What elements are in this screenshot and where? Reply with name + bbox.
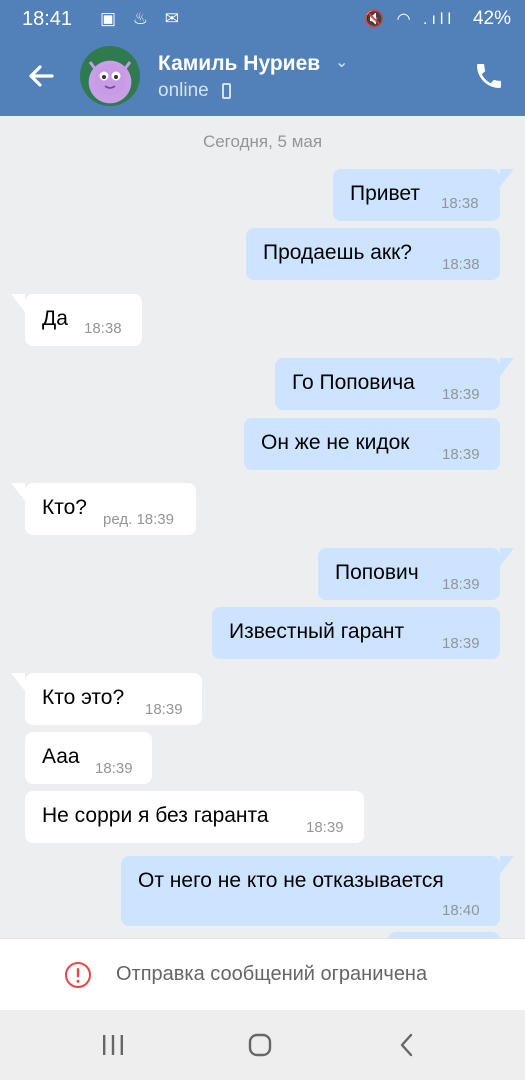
message-text: От него не кто не отказывается [138,869,444,892]
avatar[interactable] [80,46,140,106]
message-text: Продаешь акк? [263,241,412,264]
contact-status: online [158,80,209,101]
message-time: 18:40 [442,902,480,919]
bubble-tail [500,358,514,376]
message-bubble-incoming[interactable]: Кто? ред. 18:39 [25,483,196,535]
message-time: 18:39 [95,760,133,777]
message-time: 18:38 [442,256,480,273]
message-bubble-outgoing[interactable]: Продаешь акк? 18:38 [246,228,500,280]
message-time: 18:38 [441,195,479,212]
restriction-message: Отправка сообщений ограничена [116,963,428,985]
status-bar: 18:41 ▣ ♨ ✉ 🔇 ◠ .ıll 42% [0,0,525,38]
message-text: Привет [350,182,421,205]
mobile-device-icon [222,83,231,99]
message-bubble-incoming[interactable]: Кто это? 18:39 [25,673,202,725]
message-text: Кто это? [42,686,125,709]
message-time: 18:39 [442,576,480,593]
message-list[interactable]: Сегодня, 5 мая Привет 18:38 Продаешь акк… [0,116,525,952]
message-bubble-outgoing[interactable]: Он же не кидок 18:39 [244,418,500,470]
avatar-character-icon [88,61,132,96]
alert-icon [65,962,91,988]
battery-level: 42% [472,8,511,29]
message-time: ред. 18:39 [103,511,174,528]
message-time: 18:39 [442,635,480,652]
message-bubble-incoming[interactable]: Не сорри я без гаранта 18:39 [25,791,364,843]
message-bubble-incoming[interactable]: Да 18:38 [25,294,142,346]
message-text: Кто? [42,496,87,519]
chevron-down-icon[interactable]: ⌄ [335,52,348,72]
message-time: 18:39 [145,701,183,718]
chat-header: Камиль Нуриев ⌄ online [0,38,525,116]
bubble-tail [500,169,514,187]
message-bubble-incoming[interactable]: Ааа 18:39 [25,732,152,784]
message-text: Попович [335,561,419,584]
bubble-tail [11,673,25,691]
system-nav-bar [0,1010,525,1080]
message-time: 18:39 [306,819,344,836]
message-text: Известный гарант [229,620,405,643]
phone-icon[interactable] [473,60,505,92]
message-bubble-outgoing[interactable]: Попович 18:39 [318,548,500,600]
home-icon[interactable] [248,1033,272,1057]
recent-apps-icon[interactable] [101,1034,125,1056]
bubble-tail [11,294,25,312]
bubble-tail [500,856,514,874]
message-text: Ааа [42,745,80,768]
message-text: Не сорри я без гаранта [42,804,269,827]
message-text: Он же не кидок [261,431,410,454]
message-time: 18:38 [84,320,122,337]
message-bubble-outgoing[interactable]: Го Поповича 18:39 [275,358,500,410]
bubble-tail [500,548,514,566]
message-bubble-outgoing[interactable]: Привет 18:38 [333,169,500,221]
bubble-tail [11,483,25,501]
status-time: 18:41 [22,8,73,30]
message-time: 18:39 [442,386,480,403]
message-bubble-outgoing[interactable]: Известный гарант 18:39 [212,607,500,659]
message-text: Го Поповича [292,371,415,394]
messaging-restricted-bar: Отправка сообщений ограничена [0,938,525,1011]
message-time: 18:39 [442,446,480,463]
message-bubble-outgoing[interactable]: От него не кто не отказывается 18:40 [121,856,500,926]
contact-name[interactable]: Камиль Нуриев [158,52,320,76]
back-arrow-icon[interactable] [22,56,62,96]
date-separator: Сегодня, 5 мая [202,132,323,151]
message-text: Да [42,307,68,330]
notification-icons: ▣ ♨ ✉ [100,9,185,28]
signal-icons: 🔇 ◠ .ıll [364,11,455,28]
back-icon[interactable] [396,1032,418,1058]
